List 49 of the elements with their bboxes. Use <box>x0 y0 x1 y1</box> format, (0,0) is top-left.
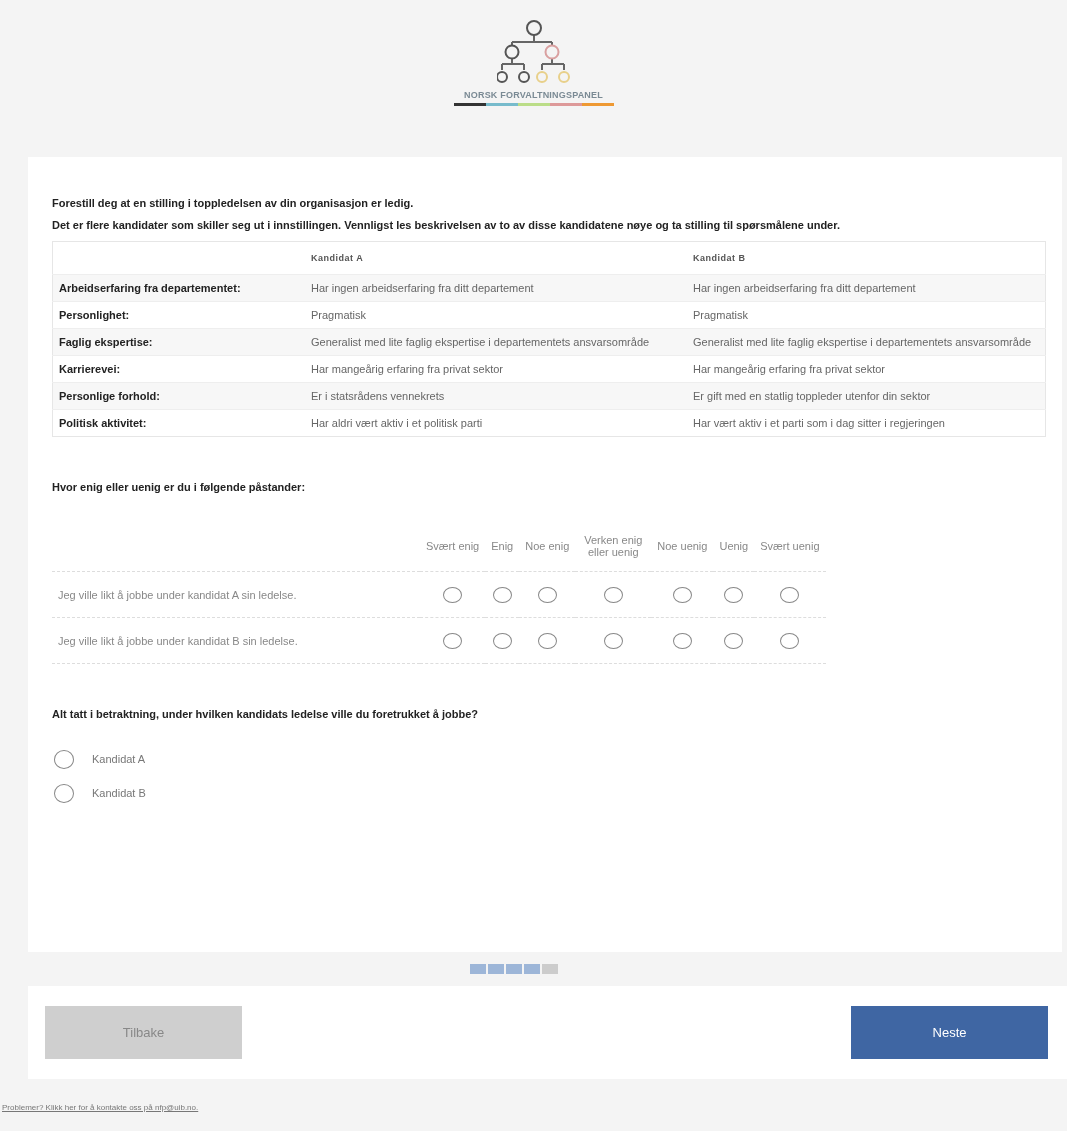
table-cell: Har ingen arbeidserfaring fra ditt departement <box>687 274 1046 302</box>
radio-button[interactable] <box>672 586 692 603</box>
radio-button[interactable] <box>443 632 463 649</box>
org-tree-icon <box>496 20 571 86</box>
attribute-label: Faglig ekspertise: <box>52 328 305 356</box>
radio-button[interactable] <box>492 586 512 603</box>
table-cell: Er gift med en statlig toppleder utenfor din sektor <box>687 382 1046 410</box>
table-cell: Er i statsrådens vennekrets <box>305 382 687 410</box>
scale-label: Noe uenig <box>657 540 708 552</box>
radio-button[interactable] <box>603 586 623 603</box>
logo-title: NORSK FORVALTNINGSPANEL <box>464 90 603 100</box>
radio-button[interactable] <box>54 749 74 769</box>
table-cell: Generalist med lite faglig ekspertise i departementets ansvarsområde <box>687 328 1046 356</box>
attribute-label: Personlige forhold: <box>52 382 305 410</box>
table-cell: Har vært aktiv i et parti som i dag sitter i regjeringen <box>687 409 1046 437</box>
scale-label: Uenig <box>719 540 749 552</box>
radio-button[interactable] <box>780 586 800 603</box>
option-label: Kandidat A <box>92 753 146 765</box>
radio-button[interactable] <box>603 632 623 649</box>
radio-button[interactable] <box>724 586 744 603</box>
intro-text: Forestill deg at en stilling i toppledelsen av din organisasjon er ledig. <box>52 197 415 209</box>
scale-label: Enig <box>491 540 514 552</box>
question-text: Alt tatt i betraktning, under hvilken kandidats ledelse ville du foretrukket å jobbe? <box>52 708 480 720</box>
column-header: Kandidat B <box>687 241 1046 275</box>
intro-text: Det er flere kandidater som skiller seg ut i innstillingen. Vennligst les beskrivelsen av to av disse kandidatene nøye og ta stilling til spørsmålene under. <box>52 219 841 231</box>
radio-button[interactable] <box>443 586 463 603</box>
table-cell: Har aldri vært aktiv i et politisk parti <box>305 409 687 437</box>
table-cell: Generalist med lite faglig ekspertise i departementets ansvarsområde <box>305 328 687 356</box>
option-label: Kandidat B <box>92 787 146 799</box>
radio-button[interactable] <box>54 783 74 803</box>
scale-label: Svært enig <box>426 540 480 552</box>
radio-button[interactable] <box>537 632 557 649</box>
statement-text: Jeg ville likt å jobbe under kandidat B sin ledelse. <box>58 634 298 647</box>
radio-button[interactable] <box>672 632 692 649</box>
radio-button[interactable] <box>537 586 557 603</box>
scale-label: Noe enig <box>525 540 570 552</box>
radio-button[interactable] <box>724 632 744 649</box>
radio-button[interactable] <box>492 632 512 649</box>
table-cell: Har ingen arbeidserfaring fra ditt departement <box>305 274 687 302</box>
scale-label: Verken enig eller uenig <box>583 534 644 558</box>
radio-button[interactable] <box>780 632 800 649</box>
attribute-label: Arbeidserfaring fra departementet: <box>52 274 305 302</box>
column-header: Kandidat A <box>305 241 687 275</box>
statement-text: Jeg ville likt å jobbe under kandidat A sin ledelse. <box>58 588 297 601</box>
attribute-label: Politisk aktivitet: <box>52 409 305 437</box>
scale-label: Svært uenig <box>760 540 820 552</box>
question-text: Hvor enig eller uenig er du i følgende påstander: <box>52 481 307 493</box>
next-button[interactable]: Neste <box>851 1006 1048 1059</box>
contact-link[interactable]: Problemer? Klikk her for å kontakte oss på nfp@uib.no. <box>2 1103 199 1112</box>
